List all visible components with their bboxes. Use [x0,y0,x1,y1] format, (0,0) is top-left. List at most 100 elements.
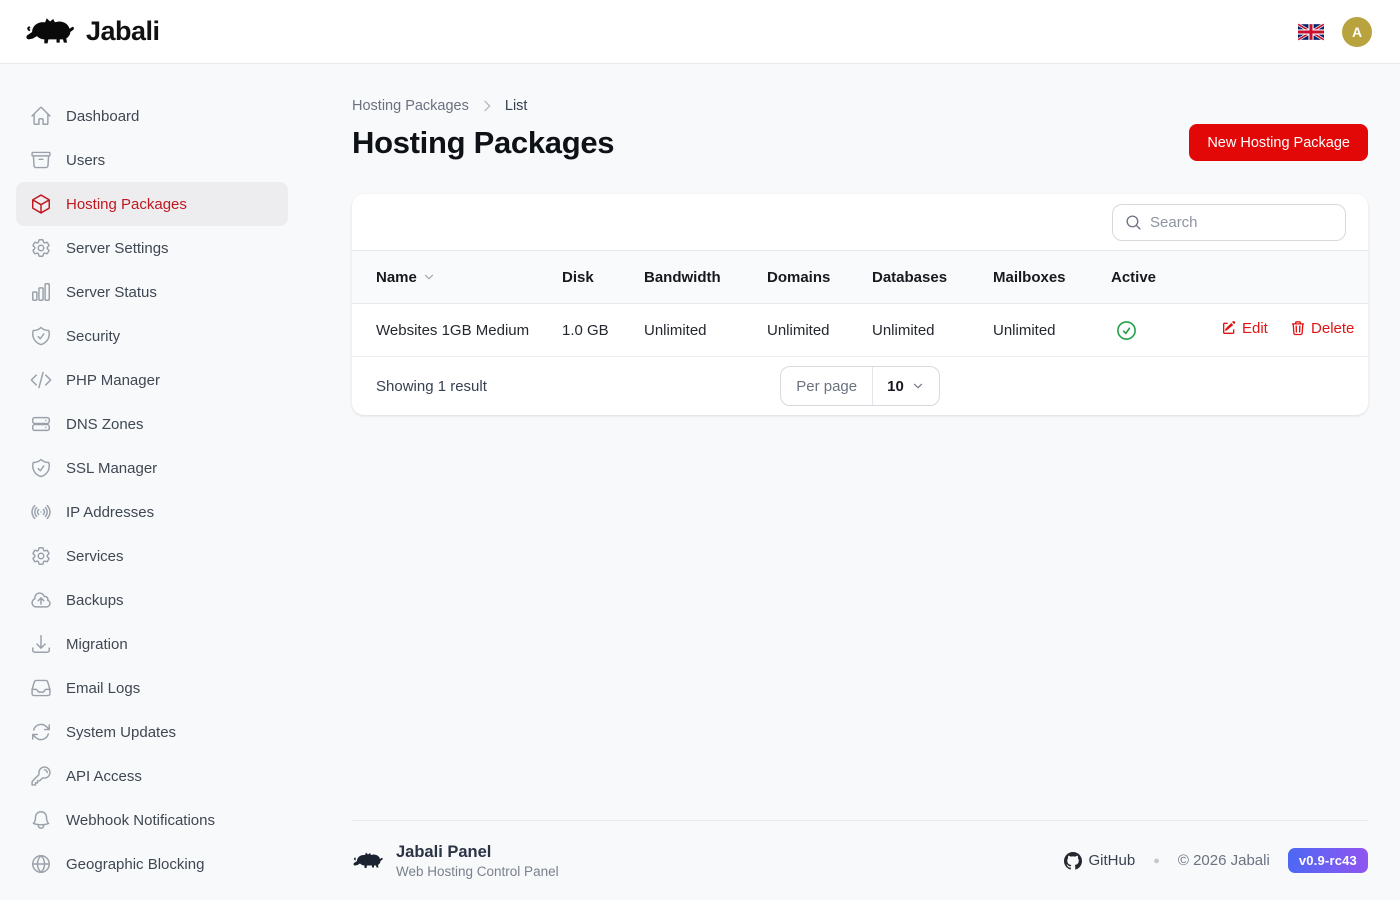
cloud-upload-icon [30,589,52,611]
sidebar-item-label: Migration [66,636,128,653]
sort-chevron-down-icon [422,270,436,284]
cell-domains: Unlimited [767,304,872,357]
table-header-row: Name Disk Bandwidth Domains Databases Ma… [352,251,1368,304]
sidebar-item-api-access[interactable]: API Access [16,754,288,798]
bell-icon [30,809,52,831]
column-header-active: Active [1111,251,1221,304]
search-icon [1125,214,1142,231]
per-page-select[interactable]: 10 [873,367,939,405]
sidebar-item-webhook-notifications[interactable]: Webhook Notifications [16,798,288,842]
github-link[interactable]: GitHub [1064,852,1136,870]
column-header-name[interactable]: Name [352,251,562,304]
sidebar-item-label: Hosting Packages [66,196,187,213]
sidebar-item-label: DNS Zones [66,416,144,433]
sidebar-item-label: Users [66,152,105,169]
cell-name: Websites 1GB Medium [352,304,562,357]
sidebar-item-system-updates[interactable]: System Updates [16,710,288,754]
search-input[interactable] [1150,214,1333,231]
page-title: Hosting Packages [352,125,614,161]
refresh-icon [30,721,52,743]
language-flag-button[interactable] [1298,22,1326,42]
cell-bandwidth: Unlimited [644,304,767,357]
sidebar-item-backups[interactable]: Backups [16,578,288,622]
sidebar-item-label: API Access [66,768,142,785]
column-header-actions [1221,251,1368,304]
user-avatar[interactable]: A [1342,17,1372,47]
search-box [1112,204,1346,241]
breadcrumb: Hosting Packages List [352,98,1368,114]
new-hosting-package-button[interactable]: New Hosting Package [1189,124,1368,161]
app-header: Jabali A [0,0,1400,64]
gear-icon [30,545,52,567]
server-stack-icon [30,413,52,435]
sidebar-item-security[interactable]: Security [16,314,288,358]
chevron-down-icon [911,379,925,393]
main-content: Hosting Packages List Hosting Packages N… [304,64,1400,900]
hosting-packages-card: Name Disk Bandwidth Domains Databases Ma… [352,194,1368,415]
edit-pencil-icon [1221,320,1237,336]
active-check-circle-icon [1115,319,1138,342]
column-header-domains: Domains [767,251,872,304]
sidebar-item-label: SSL Manager [66,460,157,477]
hosting-packages-table: Name Disk Bandwidth Domains Databases Ma… [352,250,1368,357]
cell-databases: Unlimited [872,304,993,357]
breadcrumb-current: List [505,98,528,114]
key-icon [30,765,52,787]
sidebar-item-label: Services [66,548,124,565]
uk-flag-icon [1298,23,1324,41]
sidebar-item-label: Security [66,328,120,345]
sidebar-item-label: Backups [66,592,124,609]
chevron-right-icon [479,98,495,114]
breadcrumb-parent-link[interactable]: Hosting Packages [352,98,469,114]
home-icon [30,105,52,127]
code-icon [30,369,52,391]
cell-active [1111,304,1221,357]
jabali-boar-logo [352,849,384,873]
delete-button[interactable]: Delete [1290,320,1354,337]
page-footer: Jabali Panel Web Hosting Control Panel G… [352,820,1368,900]
sidebar-item-hosting-packages[interactable]: Hosting Packages [16,182,288,226]
column-header-disk: Disk [562,251,644,304]
sidebar-item-services[interactable]: Services [16,534,288,578]
sidebar: Dashboard Users Hosting Packages Server … [0,64,304,900]
brand-name: Jabali [86,16,160,47]
sidebar-item-dashboard[interactable]: Dashboard [16,94,288,138]
archive-box-icon [30,149,52,171]
sidebar-item-email-logs[interactable]: Email Logs [16,666,288,710]
edit-button[interactable]: Edit [1221,320,1268,337]
sidebar-item-label: Email Logs [66,680,140,697]
footer-app-subtitle: Web Hosting Control Panel [396,864,559,879]
gear-icon [30,237,52,259]
github-icon [1064,852,1082,870]
sidebar-item-server-status[interactable]: Server Status [16,270,288,314]
sidebar-item-ip-addresses[interactable]: IP Addresses [16,490,288,534]
globe-icon [30,853,52,875]
bar-chart-icon [30,281,52,303]
per-page-control[interactable]: Per page 10 [780,366,940,406]
trash-icon [1290,320,1306,336]
inbox-icon [30,677,52,699]
cell-actions: Edit Delete [1221,304,1368,357]
sidebar-item-label: Server Settings [66,240,169,257]
sidebar-item-dns-zones[interactable]: DNS Zones [16,402,288,446]
cube-icon [30,193,52,215]
sidebar-item-label: Server Status [66,284,157,301]
dot-separator: ● [1153,855,1160,867]
results-count: Showing 1 result [376,378,780,395]
sidebar-item-php-manager[interactable]: PHP Manager [16,358,288,402]
download-tray-icon [30,633,52,655]
sidebar-item-label: Dashboard [66,108,139,125]
shield-check-icon [30,325,52,347]
jabali-boar-logo [24,14,76,50]
sidebar-item-server-settings[interactable]: Server Settings [16,226,288,270]
sidebar-item-geographic-blocking[interactable]: Geographic Blocking [16,842,288,886]
version-badge: v0.9-rc43 [1288,848,1368,873]
sidebar-item-migration[interactable]: Migration [16,622,288,666]
sidebar-item-ssl-manager[interactable]: SSL Manager [16,446,288,490]
copyright: © 2026 Jabali [1178,852,1270,869]
table-footer: Showing 1 result Per page 10 [352,357,1368,415]
per-page-label: Per page [781,367,873,405]
sidebar-item-users[interactable]: Users [16,138,288,182]
cell-disk: 1.0 GB [562,304,644,357]
shield-check-icon [30,457,52,479]
